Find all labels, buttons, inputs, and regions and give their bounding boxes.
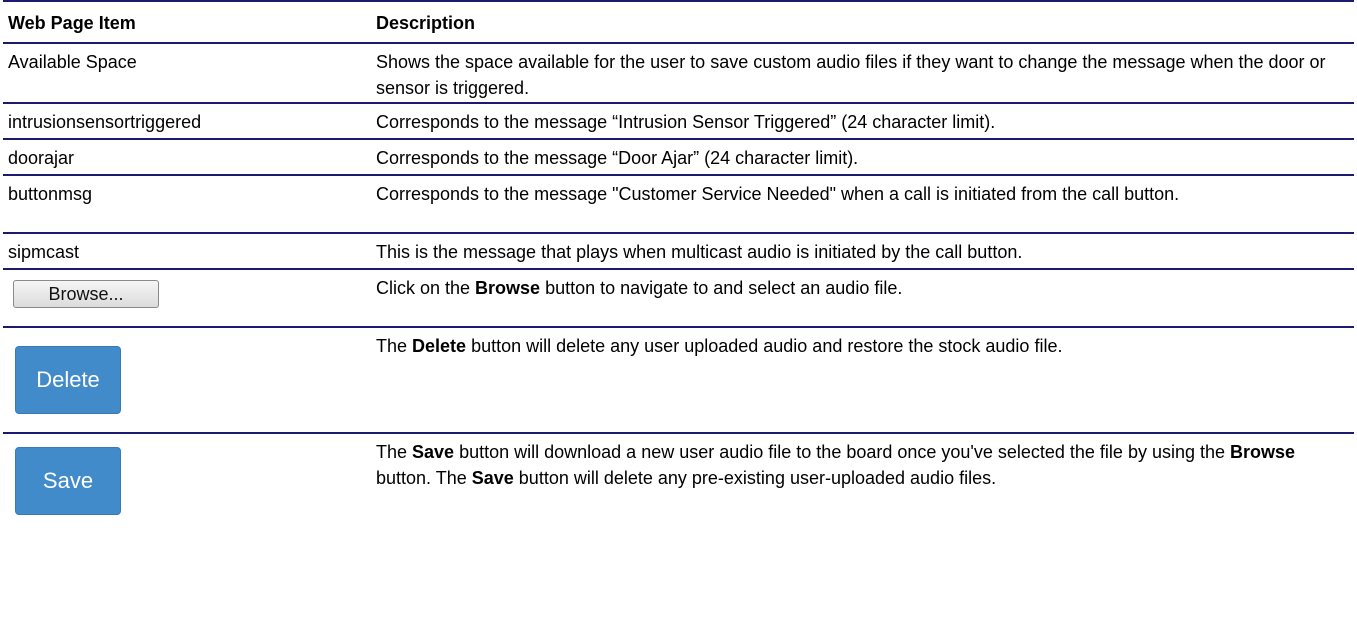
item-description: Click on the Browse button to navigate t…	[371, 270, 1354, 326]
browse-cell: Browse...	[3, 270, 371, 326]
desc-text: Click on the	[376, 278, 476, 298]
delete-cell: Delete	[3, 328, 371, 432]
web-page-items-table: Web Page Item Description Available Spac…	[3, 0, 1354, 538]
table-row: intrusionsensortriggered Corresponds to …	[3, 102, 1354, 138]
browse-button[interactable]: Browse...	[13, 280, 159, 308]
item-description: Corresponds to the message “Door Ajar” (…	[376, 148, 859, 168]
item-name: sipmcast	[8, 242, 80, 262]
desc-text: The	[376, 442, 413, 462]
save-cell: Save	[3, 434, 371, 538]
desc-text: button will download a new user audio fi…	[454, 442, 1231, 462]
delete-button[interactable]: Delete	[15, 346, 121, 414]
desc-text: The	[376, 336, 413, 356]
item-name: buttonmsg	[8, 184, 93, 204]
item-name: intrusionsensortriggered	[8, 112, 202, 132]
item-description: This is the message that plays when mult…	[376, 242, 1023, 262]
table-header-row: Web Page Item Description	[3, 0, 1354, 44]
table-row: sipmcast This is the message that plays …	[3, 232, 1354, 268]
item-name: doorajar	[8, 148, 75, 168]
desc-text: button will delete any pre-existing user…	[513, 468, 997, 488]
table-row: Delete The Delete button will delete any…	[3, 326, 1354, 432]
desc-text: button will delete any user uploaded aud…	[466, 336, 1063, 356]
item-name: Available Space	[8, 52, 137, 72]
item-description: Corresponds to the message “Intrusion Se…	[376, 112, 996, 132]
table-row: Browse... Click on the Browse button to …	[3, 268, 1354, 326]
item-description: The Save button will download a new user…	[371, 434, 1354, 538]
table-row: Available Space Shows the space availabl…	[3, 44, 1354, 102]
table-row: doorajar Corresponds to the message “Doo…	[3, 138, 1354, 174]
table-row: buttonmsg Corresponds to the message "Cu…	[3, 174, 1354, 232]
desc-bold: Browse	[475, 278, 541, 298]
save-button[interactable]: Save	[15, 447, 121, 515]
desc-bold: Delete	[412, 336, 467, 356]
desc-bold: Save	[471, 468, 514, 488]
header-web-page-item: Web Page Item	[8, 13, 136, 33]
desc-text: button to navigate to and select an audi…	[540, 278, 903, 298]
desc-bold: Browse	[1230, 442, 1296, 462]
item-description: Corresponds to the message "Customer Ser…	[376, 184, 1180, 204]
header-description: Description	[376, 13, 476, 33]
desc-text: button. The	[376, 468, 472, 488]
desc-bold: Save	[412, 442, 455, 462]
item-description: The Delete button will delete any user u…	[371, 328, 1354, 432]
table-row: Save The Save button will download a new…	[3, 432, 1354, 538]
item-description: Shows the space available for the user t…	[376, 52, 1326, 98]
